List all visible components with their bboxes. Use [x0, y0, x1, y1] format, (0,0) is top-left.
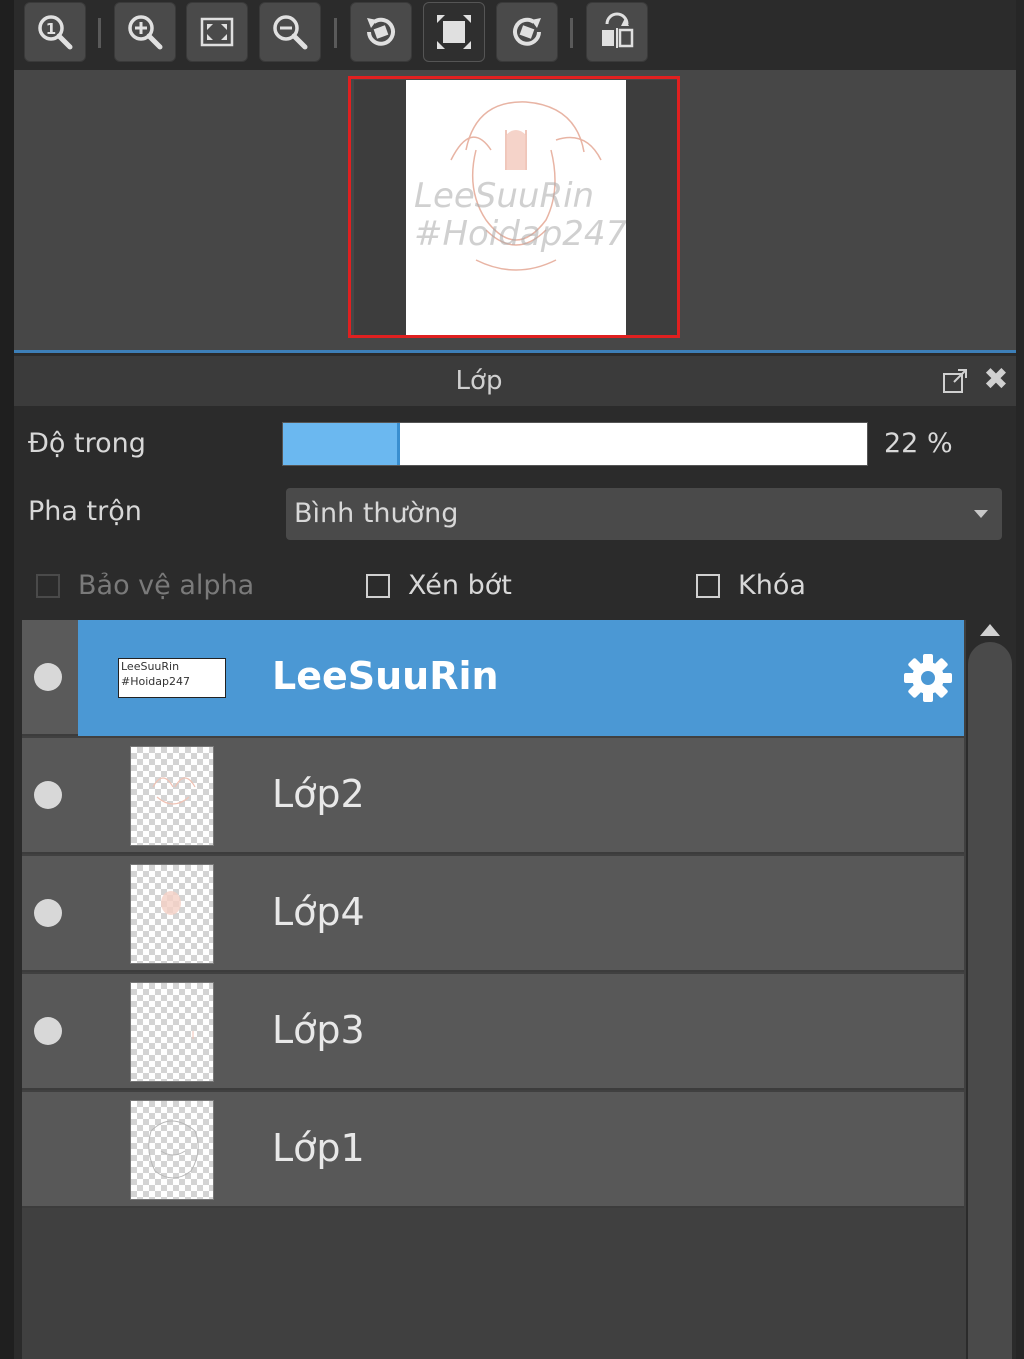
gear-icon[interactable] — [902, 652, 954, 704]
visibility-toggle[interactable] — [34, 781, 62, 809]
blend-label: Pha trộn — [28, 496, 142, 527]
layer-name: LeeSuuRin — [272, 654, 499, 698]
checkbox-box — [36, 573, 60, 598]
lock-label: Khóa — [738, 570, 806, 601]
flip-horizontal-button[interactable] — [586, 2, 648, 62]
right-edge — [1016, 0, 1024, 1359]
thumbnail-sketch — [152, 777, 196, 805]
navigator-preview[interactable]: LeeSuuRin #Hoidap247 — [14, 70, 1016, 350]
layer-row[interactable]: Lớp3 — [22, 974, 964, 1090]
layer-list: LeeSuuRin #Hoidap247 LeeSuuRin Lớp2 Lớp4… — [22, 620, 966, 1359]
zoom-in-icon — [128, 15, 163, 50]
thumbnail-sketch — [161, 891, 181, 915]
rotate-right-button[interactable] — [496, 2, 558, 62]
toolbar-separator — [98, 18, 101, 48]
opacity-label: Độ trong — [28, 428, 146, 459]
layer-name: Lớp4 — [272, 890, 365, 934]
layer-thumbnail — [130, 864, 214, 964]
zoom-out-button[interactable] — [259, 2, 321, 62]
thumbnail-sketch — [192, 1031, 194, 1039]
opacity-slider-fill — [283, 423, 400, 465]
layer-row[interactable]: Lớp2 — [22, 738, 964, 854]
thumbnail-text: #Hoidap247 — [121, 675, 190, 688]
layer-thumbnail: LeeSuuRin #Hoidap247 — [118, 658, 226, 698]
visibility-toggle[interactable] — [34, 1017, 62, 1045]
reset-view-icon — [437, 15, 471, 49]
zoom-in-button[interactable] — [114, 2, 176, 62]
panel-title: Lớp — [455, 366, 503, 396]
layer-thumbnail — [130, 746, 214, 846]
checkbox-box — [366, 573, 390, 598]
svg-text:1: 1 — [46, 20, 56, 38]
flip-horizontal-icon — [602, 12, 634, 48]
scrollbar-thumb[interactable] — [968, 642, 1012, 1359]
scroll-up-icon[interactable] — [980, 624, 1000, 636]
thumbnail-text: LeeSuuRin — [121, 660, 180, 673]
layer-panel-window: 1 LeeSuuRin #Hoidap247 Lớp ✖ Độ trong 22… — [0, 0, 1024, 1359]
layer-row[interactable]: LeeSuuRin #Hoidap247 LeeSuuRin — [22, 620, 964, 736]
toolbar-separator — [334, 18, 337, 48]
layer-name: Lớp1 — [272, 1126, 365, 1170]
rotate-left-icon — [367, 17, 395, 46]
opacity-slider[interactable] — [282, 422, 868, 466]
checkbox-box — [696, 573, 720, 598]
layer-thumbnail — [130, 982, 214, 1082]
close-icon[interactable]: ✖ — [982, 365, 1010, 395]
layer-thumbnail — [130, 1100, 214, 1200]
rotate-right-icon — [513, 17, 541, 46]
fit-to-window-button[interactable] — [186, 2, 248, 62]
layer-name: Lớp2 — [272, 772, 365, 816]
opacity-value: 22 % — [884, 428, 953, 459]
zoom-out-icon — [273, 15, 308, 50]
toolbar-separator — [570, 18, 573, 48]
layer-name: Lớp3 — [272, 1008, 365, 1052]
layer-row[interactable]: Lớp4 — [22, 856, 964, 972]
popout-icon[interactable] — [942, 368, 968, 394]
blend-mode-select[interactable]: Bình thường — [286, 488, 1002, 540]
panel-divider — [14, 350, 1016, 353]
lock-checkbox[interactable]: Khóa — [696, 570, 806, 601]
fit-window-icon — [200, 17, 234, 47]
navigator-toolbar: 1 — [14, 0, 1016, 70]
protect-alpha-checkbox[interactable]: Bảo vệ alpha — [36, 570, 254, 601]
left-edge — [0, 0, 14, 1359]
clipping-label: Xén bớt — [408, 570, 512, 601]
viewport-rectangle[interactable] — [348, 76, 680, 338]
chevron-down-icon — [974, 510, 988, 518]
clipping-checkbox[interactable]: Xén bớt — [366, 570, 512, 601]
reset-rotation-button[interactable] — [423, 2, 485, 62]
zoom-actual-size-button[interactable]: 1 — [24, 2, 86, 62]
protect-alpha-label: Bảo vệ alpha — [78, 570, 255, 601]
layer-row[interactable]: Lớp1 — [22, 1092, 964, 1208]
layer-list-scrollbar[interactable] — [968, 620, 1014, 1359]
blend-mode-value: Bình thường — [294, 498, 459, 529]
layer-panel-header: Lớp ✖ — [14, 356, 1016, 406]
visibility-toggle[interactable] — [34, 663, 62, 691]
rotate-left-button[interactable] — [350, 2, 412, 62]
zoom-actual-size-icon: 1 — [38, 15, 73, 50]
thumbnail-sketch — [148, 1120, 199, 1179]
visibility-toggle[interactable] — [34, 899, 62, 927]
